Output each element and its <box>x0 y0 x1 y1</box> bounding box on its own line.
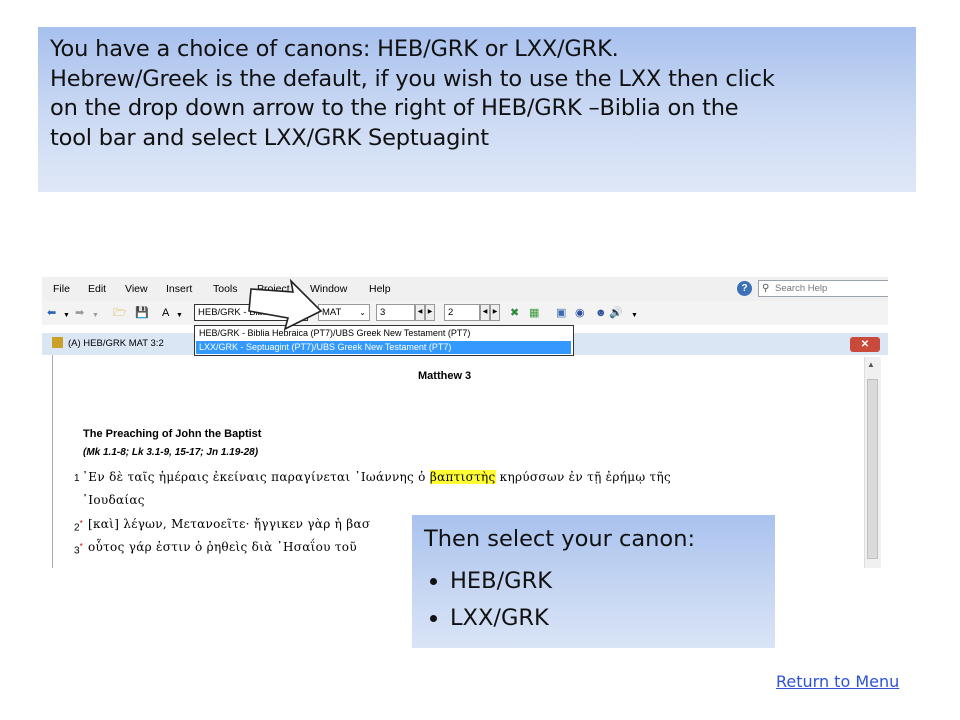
back-dropdown-icon[interactable]: ▼ <box>63 309 70 323</box>
speaker-icon[interactable]: 🔊 <box>609 306 623 320</box>
menu-view[interactable]: View <box>125 283 148 295</box>
table-icon[interactable]: ▦ <box>529 306 539 320</box>
verse-text: ᾿Εν δὲ ταῖς ἡμέραις ἐκείναις παραγίνεται… <box>82 470 671 484</box>
open-folder-icon[interactable]: 🗁 <box>113 306 127 320</box>
toolbar: ⬅ ▼ ➡ ▼ 🗁 💾 A ▼ HEB/GRK - Biblia ▼ MAT ⌄… <box>42 301 888 325</box>
find-icon[interactable]: ◉ <box>575 306 585 320</box>
back-arrow-icon[interactable]: ⬅ <box>47 306 56 320</box>
search-input[interactable] <box>775 282 885 295</box>
toolbar-dropdown-icon[interactable]: ▼ <box>631 309 638 323</box>
verse-text: ᾿Ιουδαίας <box>82 493 145 507</box>
callout-heading: Then select your canon: <box>424 526 696 552</box>
font-icon[interactable]: A <box>162 306 169 320</box>
footnote-marker[interactable]: * <box>80 519 83 528</box>
menu-help[interactable]: Help <box>369 283 391 295</box>
user-icon[interactable]: ☻ <box>595 306 607 320</box>
instruction-line: Hebrew/Greek is the default, if you wish… <box>50 65 775 92</box>
footnote-marker[interactable]: * <box>80 542 83 551</box>
parallel-references: (Mk 1.1-8; Lk 3.1-9, 15-17; Jn 1.19-28) <box>83 447 259 458</box>
verse-input[interactable]: 2 <box>444 304 480 321</box>
chapter-input[interactable]: 3 <box>376 304 415 321</box>
chapter-prev-button[interactable]: ◀ <box>415 304 425 321</box>
verse-text: οὗτος γάρ ἐστιν ὁ ῥηθεὶς διὰ ᾿Ησαΐου τοῦ <box>88 540 357 554</box>
menu-tools[interactable]: Tools <box>213 283 238 295</box>
highlighted-word: βαπτιστὴς <box>429 470 496 484</box>
canon-list: HEB/GRK LXX/GRK <box>424 563 763 637</box>
window-icon <box>52 337 63 348</box>
verse-number: 3* <box>74 542 83 557</box>
chevron-down-icon: ⌄ <box>359 308 366 317</box>
verse-number: 2* <box>74 519 83 534</box>
menu-edit[interactable]: Edit <box>88 283 106 295</box>
scroll-thumb[interactable] <box>867 379 878 559</box>
list-item: LXX/GRK <box>450 600 763 637</box>
verse-prev-button[interactable]: ◀ <box>480 304 490 321</box>
font-dropdown-icon[interactable]: ▼ <box>176 309 183 323</box>
instruction-line: tool bar and select LXX/GRK Septuagint <box>50 124 489 151</box>
return-to-menu-link[interactable]: Return to Menu <box>776 672 899 691</box>
verse-number: 1 <box>74 473 80 484</box>
menu-file[interactable]: File <box>53 283 70 295</box>
help-icon[interactable]: ? <box>737 281 752 296</box>
forward-arrow-icon[interactable]: ➡ <box>75 306 84 320</box>
menu-insert[interactable]: Insert <box>166 283 192 295</box>
link-icon[interactable]: ✖ <box>510 306 519 320</box>
vertical-scrollbar[interactable]: ▲ <box>864 357 881 568</box>
window-title: (A) HEB/GRK MAT 3:2 <box>68 338 164 349</box>
reference-icon[interactable]: ▣ <box>556 306 566 320</box>
verse-next-button[interactable]: ▶ <box>490 304 500 321</box>
close-button[interactable]: ✕ <box>850 337 880 352</box>
canon-callout: Then select your canon: HEB/GRK LXX/GRK <box>412 515 775 648</box>
chapter-heading: Matthew 3 <box>418 370 472 382</box>
search-icon: ⚲ <box>762 283 770 294</box>
scroll-up-icon[interactable]: ▲ <box>867 360 875 369</box>
menu-bar: File Edit View Insert Tools Project Wind… <box>42 277 888 301</box>
verse-text: [καὶ] λέγων, Μετανοεῖτε· ἤγγικεν γὰρ ἡ β… <box>88 517 371 531</box>
forward-dropdown-icon[interactable]: ▼ <box>92 309 99 323</box>
instruction-line: on the drop down arrow to the right of H… <box>50 95 739 121</box>
pointer-arrow-icon <box>248 278 323 331</box>
canon-option-lxx-grk[interactable]: LXX/GRK - Septuagint (PT7)/UBS Greek New… <box>196 341 571 354</box>
save-icon[interactable]: 💾 <box>135 306 149 320</box>
search-help-box[interactable]: ⚲ <box>758 280 888 297</box>
instruction-callout: You have a choice of canons: HEB/GRK or … <box>38 27 916 192</box>
instruction-line: You have a choice of canons: HEB/GRK or … <box>50 36 619 62</box>
list-item: HEB/GRK <box>450 563 763 600</box>
section-heading: The Preaching of John the Baptist <box>83 428 262 440</box>
chapter-next-button[interactable]: ▶ <box>425 304 435 321</box>
